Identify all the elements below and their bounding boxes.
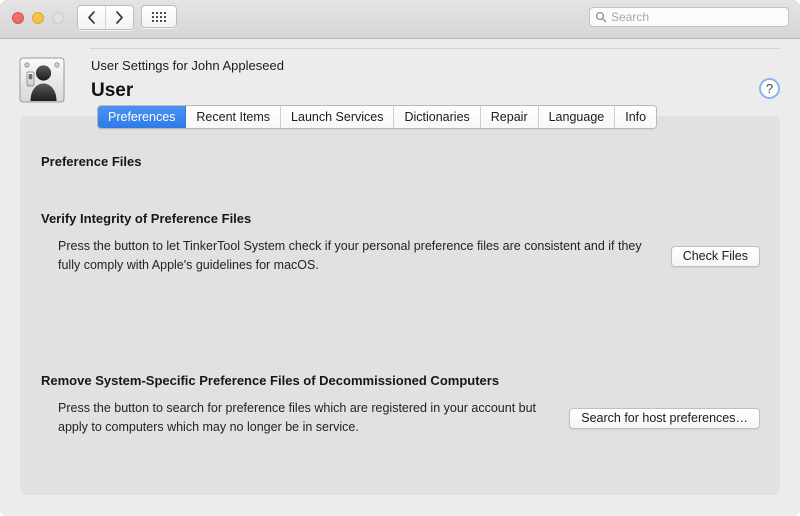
header-divider — [90, 48, 780, 49]
app-window: Search User Settings for John Appleseed … — [0, 0, 800, 516]
show-all-button[interactable] — [141, 5, 177, 28]
tab-language[interactable]: Language — [538, 106, 616, 128]
chevron-right-icon — [116, 11, 123, 24]
user-account-icon — [19, 57, 65, 103]
close-window-button[interactable] — [12, 12, 24, 24]
check-files-button[interactable]: Check Files — [670, 246, 760, 267]
zoom-window-button[interactable] — [52, 12, 64, 24]
search-icon — [595, 11, 607, 23]
section-heading-preference-files: Preference Files — [41, 154, 142, 169]
header-subtitle: User Settings for John Appleseed — [91, 58, 284, 73]
chevron-left-icon — [88, 11, 95, 24]
tab-info[interactable]: Info — [615, 106, 657, 128]
help-button[interactable]: ? — [759, 78, 780, 99]
group-title-remove-system-specific: Remove System-Specific Preference Files … — [41, 373, 500, 388]
search-field[interactable]: Search — [589, 7, 789, 27]
tab-bar: Preferences Recent Items Launch Services… — [97, 105, 658, 129]
titlebar: Search — [0, 0, 800, 39]
tab-recent-items[interactable]: Recent Items — [186, 106, 282, 128]
grid-icon — [152, 11, 166, 22]
search-input[interactable]: Search — [611, 11, 649, 23]
preferences-panel: Preference Files Verify Integrity of Pre… — [20, 116, 780, 495]
minimize-window-button[interactable] — [32, 12, 44, 24]
navigation-buttons — [77, 5, 134, 30]
search-host-preferences-button[interactable]: Search for host preferences… — [569, 408, 760, 429]
group-description-verify-integrity: Press the button to let TinkerTool Syste… — [58, 239, 642, 272]
tab-preferences[interactable]: Preferences — [98, 106, 187, 128]
tab-launch-services[interactable]: Launch Services — [281, 106, 395, 128]
back-button[interactable] — [78, 6, 105, 29]
tab-dictionaries[interactable]: Dictionaries — [394, 106, 481, 128]
page-title: User — [91, 80, 134, 101]
group-description-remove-system-specific: Press the button to search for preferenc… — [58, 401, 537, 434]
tab-repair[interactable]: Repair — [480, 106, 539, 128]
forward-button[interactable] — [105, 6, 133, 29]
group-title-verify-integrity: Verify Integrity of Preference Files — [41, 211, 252, 226]
window-controls — [12, 12, 64, 24]
